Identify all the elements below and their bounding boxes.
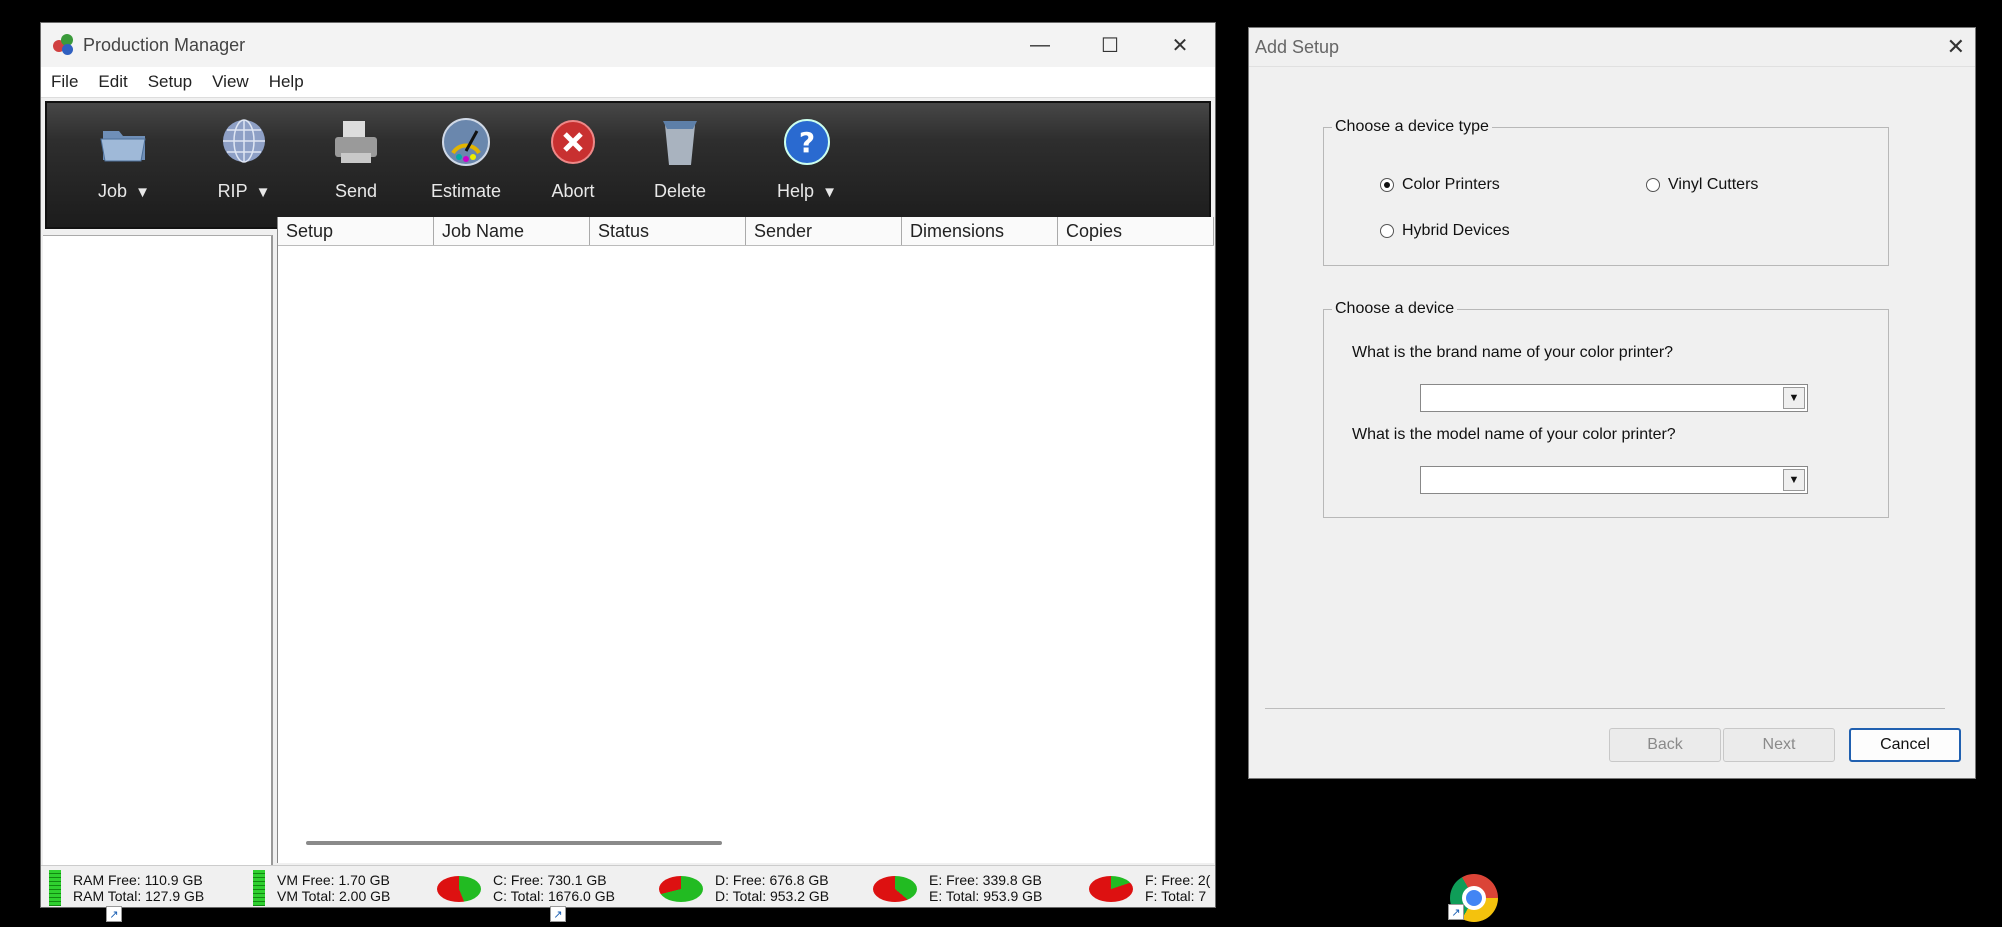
menu-file[interactable]: File — [41, 72, 88, 92]
drive-f-pie — [1089, 876, 1133, 902]
shortcut-arrow-icon: ↗ — [106, 906, 122, 922]
abort-icon — [546, 115, 600, 169]
estimate-button[interactable]: Estimate — [411, 115, 521, 202]
model-select[interactable]: ▼ — [1420, 466, 1808, 494]
shortcut-arrow-icon: ↗ — [1448, 904, 1464, 920]
drive-f-status: F: Free: 2(F: Total: 7 — [1145, 872, 1211, 904]
drive-e-pie — [873, 876, 917, 902]
menu-view[interactable]: View — [202, 72, 259, 92]
help-label: Help — [777, 181, 815, 201]
rip-label: RIP — [217, 181, 248, 201]
dialog-close-button[interactable]: ✕ — [1947, 28, 1965, 66]
drive-e-status: E: Free: 339.8 GB E: Total: 953.9 GB — [929, 872, 1043, 904]
shortcut-arrow-icon: ↗ — [550, 906, 566, 922]
close-button[interactable]: ✕ — [1145, 23, 1215, 67]
radio-unselected-icon — [1646, 178, 1660, 192]
queue-tree-pane[interactable] — [43, 235, 273, 888]
brand-select[interactable]: ▼ — [1420, 384, 1808, 412]
dialog-title-bar[interactable]: Add Setup ✕ — [1249, 28, 1975, 67]
title-bar[interactable]: Production Manager — ☐ ✕ — [41, 23, 1215, 67]
status-bar: RAM Free: 110.9 GB RAM Total: 127.9 GB VM… — [41, 865, 1215, 907]
radio-hybrid-devices[interactable]: Hybrid Devices — [1380, 222, 1510, 240]
drive-d-status: D: Free: 676.8 GB D: Total: 953.2 GB — [715, 872, 830, 904]
column-headers: Setup Job Name Status Sender Dimensions … — [278, 217, 1214, 246]
maximize-button[interactable]: ☐ — [1075, 23, 1145, 67]
folder-icon — [97, 115, 151, 169]
send-button[interactable]: Send — [301, 115, 411, 202]
device-type-legend: Choose a device type — [1335, 118, 1489, 135]
window-title: Production Manager — [83, 34, 246, 55]
column-dimensions[interactable]: Dimensions — [902, 217, 1058, 245]
abort-button[interactable]: Abort — [523, 115, 623, 202]
job-list[interactable]: Setup Job Name Status Sender Dimensions … — [277, 217, 1214, 863]
radio-unselected-icon — [1380, 224, 1394, 238]
button-separator — [1265, 708, 1945, 709]
minimize-button[interactable]: — — [1005, 23, 1075, 67]
column-sender[interactable]: Sender — [746, 217, 902, 245]
model-question: What is the model name of your color pri… — [1352, 426, 1676, 443]
ram-status: RAM Free: 110.9 GB RAM Total: 127.9 GB — [73, 872, 205, 904]
chevron-down-icon[interactable]: ▼ — [1783, 387, 1805, 409]
drive-c-pie — [437, 876, 481, 902]
svg-text:?: ? — [799, 126, 815, 159]
drive-c-status: C: Free: 730.1 GB C: Total: 1676.0 GB — [493, 872, 615, 904]
delete-button[interactable]: Delete — [625, 115, 735, 202]
next-button[interactable]: Next — [1723, 728, 1835, 762]
radio-vinyl-cutters[interactable]: Vinyl Cutters — [1646, 176, 1758, 194]
horizontal-scrollbar[interactable] — [306, 841, 722, 845]
rip-dropdown-icon: ▼ — [255, 184, 271, 201]
help-dropdown-icon: ▼ — [822, 184, 837, 201]
radio-color-printers[interactable]: Color Printers — [1380, 176, 1500, 194]
gauge-icon — [439, 115, 493, 169]
cancel-button[interactable]: Cancel — [1849, 728, 1961, 762]
dialog-title: Add Setup — [1255, 37, 1340, 57]
delete-label: Delete — [653, 181, 707, 201]
app-icon — [53, 34, 75, 56]
back-button[interactable]: Back — [1609, 728, 1721, 762]
add-setup-dialog: Add Setup ✕ Choose a device type Color P… — [1248, 27, 1976, 779]
send-label: Send — [334, 181, 378, 201]
help-icon: ? — [780, 115, 834, 169]
rip-button[interactable]: RIP ▼ — [189, 115, 299, 202]
column-copies[interactable]: Copies — [1058, 217, 1214, 245]
abort-label: Abort — [551, 181, 595, 201]
device-legend: Choose a device — [1335, 300, 1455, 317]
job-label: Job — [98, 181, 128, 201]
menu-setup[interactable]: Setup — [138, 72, 202, 92]
job-button[interactable]: Job ▼ — [69, 115, 179, 202]
column-status[interactable]: Status — [590, 217, 746, 245]
vm-status: VM Free: 1.70 GB VM Total: 2.00 GB — [277, 872, 391, 904]
toolbar: Job ▼ RIP ▼ Send Estimate Abort Delete ?… — [45, 101, 1211, 229]
chevron-down-icon[interactable]: ▼ — [1783, 469, 1805, 491]
globe-icon — [217, 115, 271, 169]
help-button[interactable]: ? Help ▼ — [747, 115, 867, 202]
job-dropdown-icon: ▼ — [135, 184, 150, 201]
ram-meter — [49, 870, 61, 906]
menu-edit[interactable]: Edit — [88, 72, 137, 92]
column-job-name[interactable]: Job Name — [434, 217, 590, 245]
trash-icon — [653, 115, 707, 169]
column-setup[interactable]: Setup — [278, 217, 434, 245]
printer-icon — [329, 115, 383, 169]
device-type-group: Choose a device type Color Printers Viny… — [1323, 118, 1889, 266]
production-manager-window: Production Manager — ☐ ✕ File Edit Setup… — [40, 22, 1216, 908]
menu-help[interactable]: Help — [259, 72, 314, 92]
vm-meter — [253, 870, 265, 906]
brand-question: What is the brand name of your color pri… — [1352, 344, 1674, 361]
radio-selected-icon — [1380, 178, 1394, 192]
estimate-label: Estimate — [430, 181, 502, 201]
menu-bar: File Edit Setup View Help — [41, 67, 1215, 98]
device-group: Choose a device What is the brand name o… — [1323, 300, 1889, 518]
drive-d-pie — [659, 876, 703, 902]
